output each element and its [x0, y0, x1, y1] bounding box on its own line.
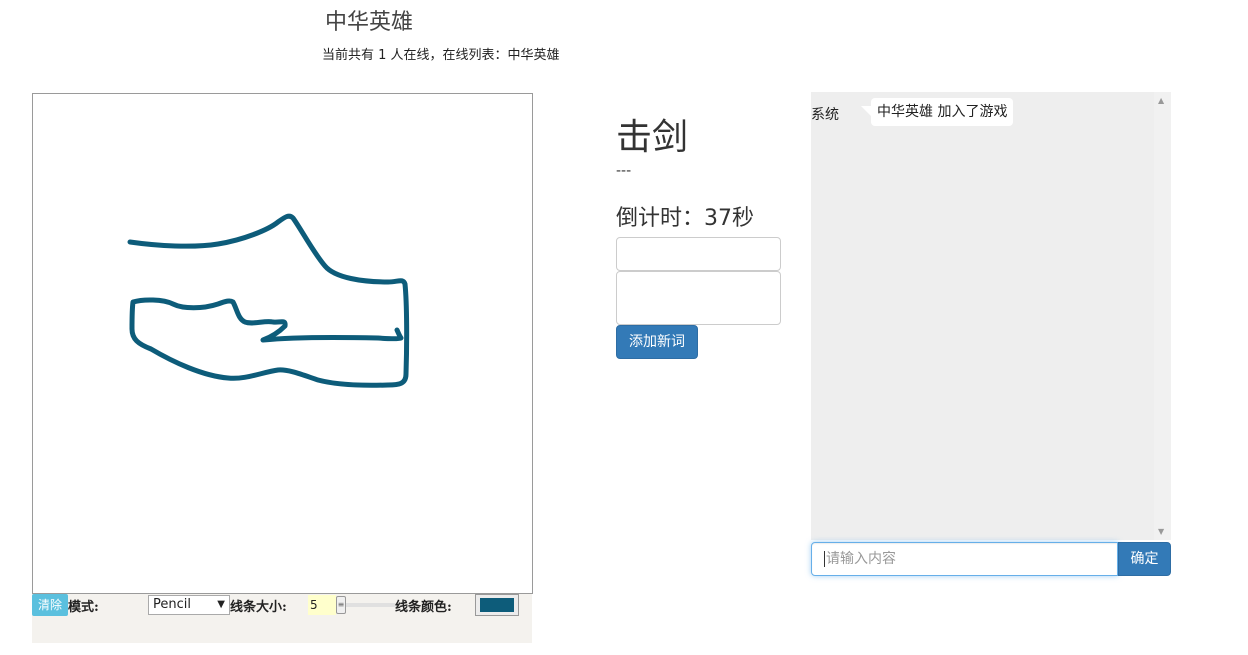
color-swatch: [480, 598, 514, 612]
line-size-slider[interactable]: [338, 603, 396, 607]
line-color-label: 线条颜色:: [395, 600, 452, 615]
chat-sender: 系统: [811, 107, 839, 123]
text-caret: [824, 551, 825, 567]
line-size-value[interactable]: 5: [308, 595, 336, 615]
word-title: 击剑: [616, 117, 689, 158]
chevron-down-icon: ▼: [217, 599, 225, 610]
mode-select-value: Pencil: [153, 597, 191, 612]
user-name: 中华英雄: [325, 10, 414, 35]
line-size-label: 线条大小:: [230, 600, 287, 615]
drawing-toolbar: 清除 模式: Pencil ▼ 线条大小: 5 ≡ 线条颜色:: [32, 594, 532, 643]
scroll-up-icon[interactable]: ▲: [1158, 96, 1164, 105]
chat-input[interactable]: 请输入内容: [811, 542, 1118, 576]
drawing-canvas[interactable]: [32, 93, 533, 594]
chat-input-placeholder: 请输入内容: [826, 551, 896, 567]
mode-select[interactable]: Pencil ▼: [148, 595, 230, 615]
online-status: 当前共有 1 人在线，在线列表：中华英雄: [322, 48, 560, 63]
chat-bubble: 中华英雄 加入了游戏: [860, 98, 1014, 126]
line-color-picker[interactable]: [475, 594, 519, 616]
add-word-button[interactable]: 添加新词: [616, 325, 698, 359]
chat-messages: 系统 中华英雄 加入了游戏 ▲ ▼: [811, 92, 1171, 540]
send-button[interactable]: 确定: [1118, 542, 1171, 576]
chat-scrollbar[interactable]: ▲ ▼: [1154, 92, 1171, 540]
countdown-timer: 倒计时：37秒: [616, 206, 754, 231]
slider-handle-icon[interactable]: ≡: [336, 596, 346, 614]
drawing-strokes: [127, 213, 410, 388]
clear-button[interactable]: 清除: [32, 594, 68, 616]
new-word-textarea[interactable]: [616, 271, 781, 325]
word-hint: ---: [616, 163, 632, 179]
scroll-down-icon[interactable]: ▼: [1158, 527, 1164, 536]
new-word-input[interactable]: [616, 237, 781, 271]
mode-label: 模式:: [68, 600, 99, 615]
